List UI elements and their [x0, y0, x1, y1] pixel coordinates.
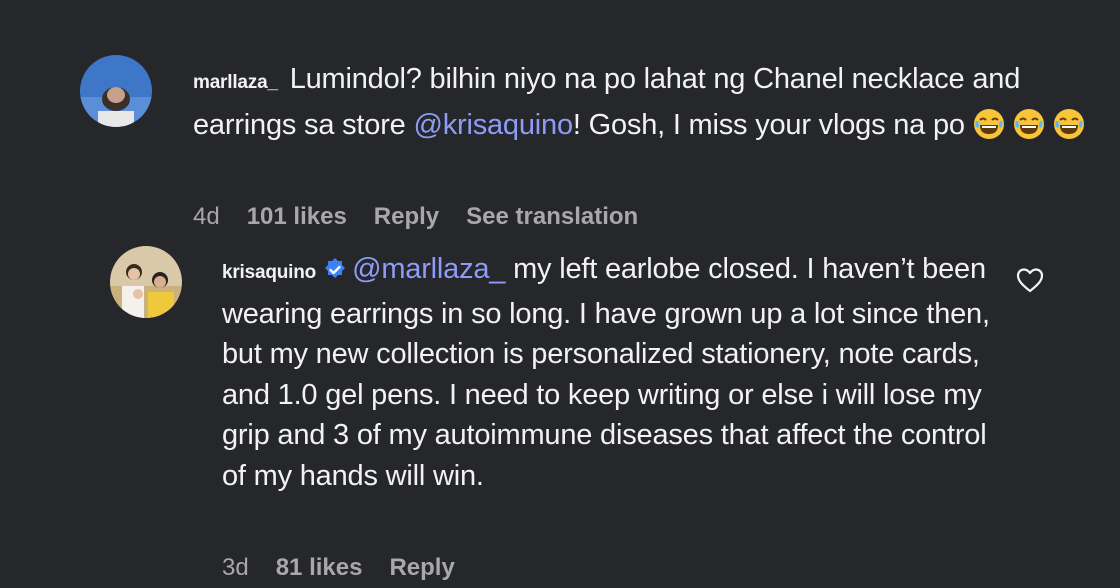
reply-reply-button[interactable]: Reply [389, 554, 454, 582]
reply-text: krisaquino @marllaza_ my left earlobe clo… [222, 249, 1002, 496]
reply-meta: 3d 81 likes Reply [222, 554, 482, 582]
reply-mention[interactable]: @marllaza_ [352, 253, 505, 285]
face-with-tears-of-joy-icon [1013, 109, 1044, 139]
reply-time[interactable]: 3d [222, 554, 249, 582]
comment-likes[interactable]: 101 likes [247, 203, 347, 231]
comment-text-part2: ! Gosh, I miss your vlogs na po [572, 109, 973, 141]
reply-username[interactable]: krisaquino [222, 262, 316, 283]
avatar-krisaquino[interactable] [110, 246, 182, 318]
face-with-tears-of-joy-icon [973, 109, 1004, 139]
avatar-marllaza[interactable] [80, 55, 152, 127]
verified-badge-icon [325, 258, 346, 278]
reply-text-body: my left earlobe closed. I haven’t been w… [222, 253, 990, 492]
comment-marllaza: marllaza_ Lumindol? bilhin niyo na po la… [193, 58, 1093, 146]
reply-krisaquino: krisaquino @marllaza_ my left earlobe clo… [222, 249, 1002, 496]
comment-meta: 4d 101 likes Reply See translation [193, 203, 665, 231]
heart-icon[interactable] [1016, 267, 1044, 293]
face-with-tears-of-joy-icon [1053, 109, 1084, 139]
comment-mention[interactable]: @krisaquino [413, 109, 573, 141]
comment-username[interactable]: marllaza_ [193, 72, 278, 93]
comment-reply-button[interactable]: Reply [374, 203, 439, 231]
comment-text: marllaza_ Lumindol? bilhin niyo na po la… [193, 58, 1093, 146]
reply-likes[interactable]: 81 likes [276, 554, 363, 582]
see-translation-button[interactable]: See translation [466, 203, 638, 231]
comment-time[interactable]: 4d [193, 203, 220, 231]
